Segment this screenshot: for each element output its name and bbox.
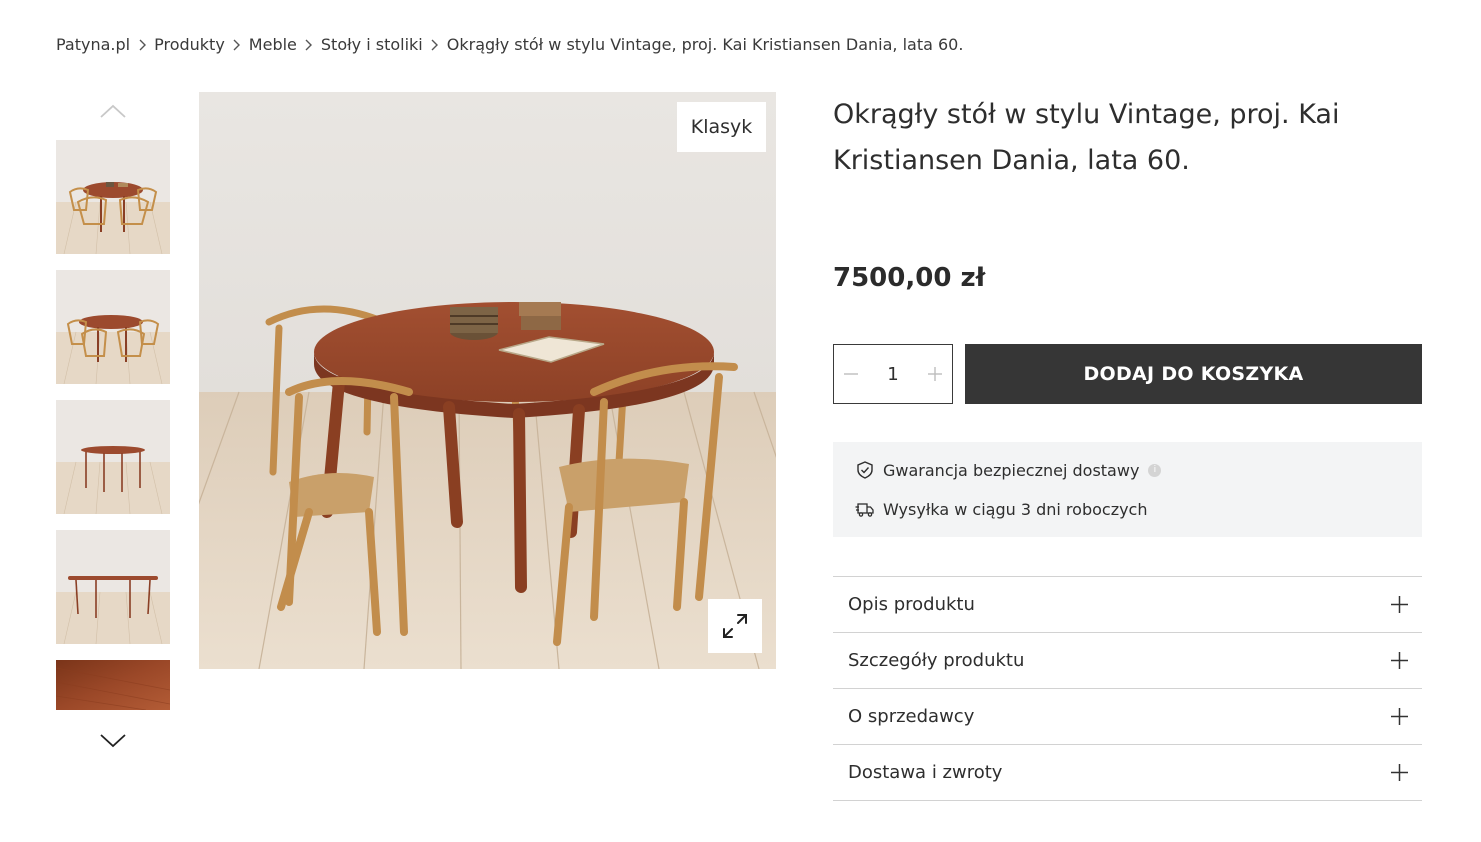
main-product-image[interactable]: Klasyk (199, 92, 776, 669)
info-icon[interactable]: i (1148, 463, 1162, 477)
breadcrumb: Patyna.pl Produkty Meble Stoły i stoliki… (56, 33, 963, 55)
accordion-label: Dostawa i zwroty (848, 762, 1003, 783)
product-price: 7500,00 zł (833, 263, 986, 293)
guarantee-text: Gwarancja bezpiecznej dostawy (883, 460, 1140, 480)
chevron-up-icon (100, 104, 126, 118)
breadcrumb-current: Okrągły stół w stylu Vintage, proj. Kai … (446, 34, 964, 54)
breadcrumb-home[interactable]: Patyna.pl (56, 35, 130, 54)
quantity-input[interactable] (873, 363, 913, 385)
shield-check-icon (857, 461, 873, 479)
guarantee-row: Gwarancja bezpiecznej dostawy i (855, 460, 1162, 480)
product-accordion: Opis produktu Szczegóły produktu O sprze… (833, 576, 1422, 801)
accordion-product-details[interactable]: Szczegóły produktu (833, 633, 1422, 689)
thumbnail-up-button[interactable] (96, 99, 130, 123)
accordion-about-seller[interactable]: O sprzedawcy (833, 689, 1422, 745)
quantity-stepper (833, 344, 953, 404)
thumbnail-2[interactable] (56, 270, 170, 384)
breadcrumb-tables[interactable]: Stoły i stoliki (321, 35, 423, 54)
increase-quantity-button[interactable] (918, 345, 952, 403)
chevron-right-icon (130, 35, 154, 54)
shipping-text: Wysyłka w ciągu 3 dni roboczych (883, 499, 1148, 519)
accordion-label: Opis produktu (848, 594, 975, 615)
delivery-info-box: Gwarancja bezpiecznej dostawy i Wysyłka … (833, 442, 1422, 537)
accordion-label: Szczegóły produktu (848, 650, 1025, 671)
chevron-down-icon (100, 734, 126, 748)
thumbnail-down-button[interactable] (96, 728, 130, 752)
plus-icon (1391, 708, 1408, 725)
product-photo (199, 92, 776, 669)
thumbnail-4[interactable] (56, 530, 170, 644)
add-to-cart-button[interactable]: DODAJ DO KOSZYKA (965, 344, 1422, 404)
breadcrumb-furniture[interactable]: Meble (249, 35, 297, 54)
plus-icon (928, 367, 942, 381)
expand-image-button[interactable] (708, 599, 762, 653)
chevron-right-icon (297, 35, 321, 54)
plus-icon (1391, 652, 1408, 669)
chevron-right-icon (225, 35, 249, 54)
chevron-right-icon (423, 35, 447, 54)
accordion-product-description[interactable]: Opis produktu (833, 577, 1422, 633)
expand-icon (723, 614, 747, 638)
decrease-quantity-button[interactable] (834, 345, 868, 403)
plus-icon (1391, 764, 1408, 781)
thumbnail-5[interactable] (56, 660, 170, 710)
product-title: Okrągły stół w stylu Vintage, proj. Kai … (833, 99, 1340, 176)
shipping-row: Wysyłka w ciągu 3 dni roboczych (855, 499, 1148, 519)
product-tag-badge: Klasyk (677, 102, 766, 152)
thumbnail-1[interactable] (56, 140, 170, 254)
accordion-label: O sprzedawcy (848, 706, 975, 727)
plus-icon (1391, 596, 1408, 613)
truck-icon (855, 503, 874, 517)
minus-icon (844, 373, 858, 375)
thumbnail-3[interactable] (56, 400, 170, 514)
breadcrumb-products[interactable]: Produkty (154, 35, 225, 54)
accordion-delivery-returns[interactable]: Dostawa i zwroty (833, 745, 1422, 801)
